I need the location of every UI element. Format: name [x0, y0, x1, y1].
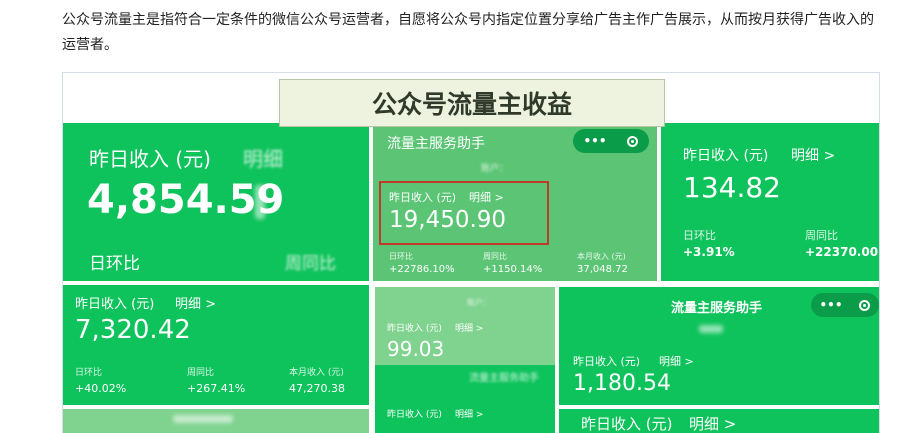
- revenue-card-assistant: 流量主服务助手 ••• 账户： 昨日收入 (元) 明细 > 19,450.90 …: [373, 123, 657, 281]
- more-dots-icon: •••: [583, 134, 607, 148]
- yesterday-income-label: 昨日收入 (元): [683, 148, 769, 164]
- month-income-label: 本月收入 (元): [577, 252, 626, 261]
- yesterday-income-label: 昨日收入 (元): [89, 147, 211, 171]
- article-paragraph: 公众号流量主是指符合一定条件的微信公众号运营者，自愿将公众号内指定位置分享给广告…: [62, 12, 874, 53]
- account-label: 账户：: [467, 298, 491, 307]
- yesterday-income-label: 昨日收入 (元): [581, 415, 673, 433]
- revenue-card-center-bottom: 账户： 昨日收入 (元) 明细 > 99.03 流量主服务助手 昨日收入 (元)…: [375, 287, 555, 433]
- yesterday-income-value: 134.82: [683, 171, 781, 204]
- yesterday-income-value: 1,180.54: [573, 371, 671, 396]
- week-ratio-value: +22370.00: [805, 245, 879, 259]
- revenue-card-bottom-right: 流量主服务助手 ••• 昨日收入 (元) 明细 > 1,180.54: [559, 287, 879, 405]
- detail-link: 明细 >: [791, 148, 836, 164]
- month-income-value: 37,048.72: [577, 264, 628, 275]
- more-dots-icon: •••: [819, 298, 843, 312]
- detail-link: 明细 >: [689, 415, 737, 433]
- week-ratio-label: 周同比: [483, 252, 507, 261]
- week-ratio-value: +267.41%: [187, 382, 246, 395]
- yesterday-income-label: 昨日收入 (元): [387, 410, 442, 420]
- month-income-value: 47,270.38: [289, 382, 345, 395]
- detail-link: 明细 >: [659, 355, 694, 368]
- target-icon: [627, 135, 639, 147]
- yesterday-income-label: 昨日收入 (元): [75, 297, 155, 312]
- detail-link: 明细 >: [455, 324, 484, 334]
- detail-link: 明细: [243, 147, 283, 171]
- revenue-card-bottom-strip: 昨日收入 (元) 明细 >: [559, 409, 879, 433]
- assistant-title: 流量主服务助手: [387, 136, 485, 152]
- day-ratio-value: +40.02%: [75, 382, 127, 395]
- revenue-card-large: 昨日收入 (元) 明细 4,854.59 日环比 周同比: [63, 123, 369, 281]
- day-ratio-value: +22786.10%: [389, 264, 455, 275]
- yesterday-income-value: 7,320.42: [75, 315, 191, 345]
- detail-link: 明细 >: [175, 297, 217, 312]
- yesterday-income-value: 99.03: [387, 337, 445, 361]
- detail-link: 明细 >: [455, 410, 484, 420]
- yesterday-income-label: 昨日收入 (元): [387, 324, 442, 334]
- day-ratio-value: +3.91%: [683, 245, 735, 259]
- revenue-collage-image: 昨日收入 (元) 明细 4,854.59 日环比 周同比 流量主服务助手 •••…: [62, 72, 880, 433]
- account-label: 账户：: [481, 164, 509, 174]
- month-income-label: 本月收入 (元): [289, 368, 344, 378]
- day-ratio-label: 日环比: [75, 368, 103, 378]
- week-ratio-value: +1150.14%: [483, 264, 543, 275]
- assistant-menu: •••: [573, 129, 649, 153]
- week-ratio-label: 周同比: [805, 229, 838, 242]
- highlight-box: [379, 181, 549, 245]
- revenue-card-bottom-left: 昨日收入 (元) 明细 > 7,320.42 日环比 +40.02% 周同比 +…: [63, 285, 369, 405]
- day-ratio-label: 日环比: [89, 254, 140, 274]
- week-ratio-label: 周同比: [187, 368, 215, 378]
- revenue-card-right: 昨日收入 (元) 明细 > 134.82 日环比 +3.91% 周同比 +223…: [661, 123, 879, 281]
- revenue-card-faded: [63, 409, 369, 433]
- yesterday-income-label: 昨日收入 (元): [573, 355, 641, 368]
- assistant-title: 流量主服务助手: [469, 373, 539, 384]
- banner-title: 公众号流量主收益: [279, 79, 665, 127]
- day-ratio-label: 日环比: [389, 252, 413, 261]
- target-icon: [859, 299, 871, 311]
- assistant-title: 流量主服务助手: [671, 301, 763, 316]
- overlay-card: 流量主服务助手 昨日收入 (元) 明细 >: [375, 365, 555, 433]
- assistant-menu: •••: [811, 293, 879, 317]
- week-ratio-label: 周同比: [285, 254, 336, 274]
- day-ratio-label: 日环比: [683, 229, 716, 242]
